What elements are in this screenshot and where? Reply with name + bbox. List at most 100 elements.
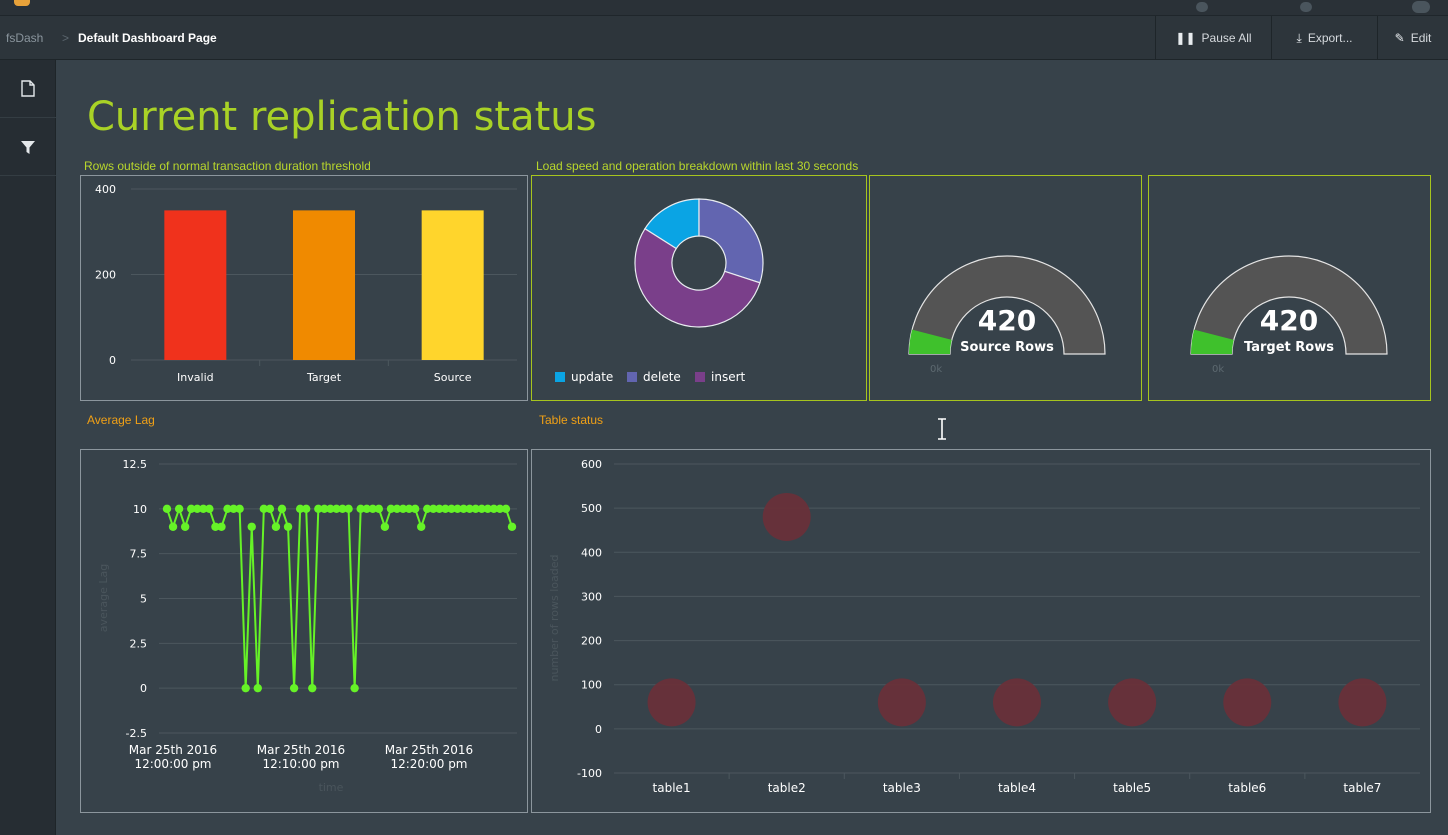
pencil-icon: ✎ [1394, 31, 1405, 45]
bubble-table3 [877, 678, 926, 727]
target-rows-gauge: 420 Target Rows 0k [1190, 255, 1388, 375]
export-button[interactable]: ⤓ Export... [1271, 16, 1377, 60]
pause-all-button[interactable]: ❚❚ Pause All [1155, 16, 1271, 60]
lag-y-tick-label: -2.5 [126, 727, 147, 740]
rows-threshold-panel: 0 200 400 Invalid Target Source [80, 175, 528, 401]
lag-data-point [168, 522, 178, 531]
breadcrumb-separator: > [62, 31, 70, 45]
bubble-table1 [647, 678, 696, 727]
donut-slice-delete [698, 198, 764, 284]
bubble-table5 [1108, 678, 1157, 727]
left-sidebar [0, 60, 56, 835]
lag-data-point [241, 683, 250, 693]
table-status-y-tick-label: 500 [581, 502, 602, 515]
lag-x-axis-label: time [319, 781, 344, 794]
lag-data-point [265, 504, 275, 514]
lag-data-point [501, 504, 511, 514]
settings-icon[interactable] [1300, 2, 1312, 12]
average-lag-panel: -2.5 0 2.5 5 7.5 10 12.5 average Lag time Mar 25t… [80, 449, 528, 813]
lag-data-point [247, 522, 256, 531]
lag-y-tick-label: 12.5 [123, 458, 148, 471]
breadcrumb-toolbar: fsDash > Default Dashboard Page ❚❚ Pause… [0, 16, 1448, 60]
sidebar-filter-button[interactable] [0, 118, 56, 176]
edit-button[interactable]: ✎ Edit [1377, 16, 1448, 60]
sidebar-pages-button[interactable] [0, 60, 56, 118]
table-status-y-tick-label: 100 [581, 679, 602, 692]
lag-data-point [374, 504, 384, 514]
lag-data-point [235, 504, 244, 514]
table-status-y-tick-label: -100 [577, 767, 602, 780]
table-status-y-axis-label: number of rows loaded [548, 554, 561, 681]
lag-data-point [271, 522, 281, 531]
table-status-x-tick-label: table2 [768, 781, 806, 795]
lag-y-tick-label: 7.5 [130, 548, 148, 561]
lag-x-tick-label: 12:10:00 pm [262, 757, 339, 771]
table-status-x-tick-label: table5 [1113, 781, 1151, 795]
table-status-bubble-chart: -100 0 100 200 300 400 500 600 number of rows lo… [548, 458, 1420, 795]
operation-breakdown-panel: update delete insert [531, 175, 867, 401]
bar-category-label: Target [306, 371, 342, 384]
bar-target [293, 210, 355, 360]
average-lag-line-chart: -2.5 0 2.5 5 7.5 10 12.5 average Lag time Mar 25t… [97, 458, 517, 794]
lag-y-tick-label: 5 [140, 593, 147, 606]
source-rows-gauge: 420 Source Rows 0k [908, 255, 1106, 375]
bar-y-tick-label: 0 [109, 354, 116, 367]
table-status-x-tick-label: table3 [883, 781, 921, 795]
pause-icon: ❚❚ [1175, 31, 1196, 45]
lag-data-point [350, 683, 359, 693]
lag-y-tick-label: 0 [140, 682, 147, 695]
lag-data-point [289, 683, 299, 693]
lag-data-point [162, 504, 172, 514]
bubble-table7 [1338, 678, 1387, 727]
lag-data-point [308, 683, 317, 693]
lag-data-point [302, 504, 311, 514]
load-speed-title: Load speed and operation breakdown withi… [536, 159, 859, 173]
target-rows-label: Target Rows [1244, 340, 1334, 355]
lag-data-point [174, 504, 184, 514]
target-rows-value: 420 [1260, 304, 1318, 337]
user-avatar[interactable] [1412, 1, 1430, 13]
lag-data-point [253, 683, 262, 693]
legend-label-delete: delete [643, 370, 681, 384]
lag-data-point [410, 504, 420, 514]
lag-data-point [283, 522, 293, 531]
lag-data-point [344, 504, 353, 514]
page-title: Current replication status [87, 94, 597, 140]
app-logo[interactable] [14, 0, 30, 6]
filter-icon [21, 140, 35, 154]
pause-all-label: Pause All [1201, 31, 1252, 45]
lag-y-axis-label: average Lag [97, 564, 110, 632]
bar-y-tick-label: 200 [95, 269, 116, 282]
table-status-x-tick-label: table7 [1343, 781, 1381, 795]
lag-x-tick-label: Mar 25th 2016 [129, 743, 217, 757]
document-icon [21, 80, 35, 97]
table-status-x-tick-label: table1 [653, 781, 691, 795]
source-rows-panel: 420 Source Rows 0k [869, 175, 1142, 401]
lag-data-point [217, 522, 226, 531]
legend-label-insert: insert [711, 370, 746, 384]
download-icon: ⤓ [1296, 30, 1302, 45]
source-rows-min-label: 0k [930, 364, 942, 375]
breadcrumb-root[interactable]: fsDash [6, 31, 43, 45]
table-status-y-tick-label: 0 [595, 723, 602, 736]
breadcrumb-current-page: Default Dashboard Page [78, 31, 217, 45]
lag-data-point [417, 522, 426, 531]
bar-source [421, 210, 484, 360]
lag-x-tick-label: Mar 25th 2016 [257, 743, 345, 757]
source-rows-value: 420 [978, 304, 1036, 337]
bubble-table6 [1223, 678, 1272, 727]
table-status-y-tick-label: 300 [581, 590, 602, 603]
notification-icon[interactable] [1196, 2, 1208, 12]
rows-threshold-title: Rows outside of normal transaction durat… [84, 159, 371, 173]
legend-swatch-delete [627, 372, 637, 382]
table-status-x-tick-label: table6 [1228, 781, 1266, 795]
app-top-bar [0, 0, 1448, 16]
bubble-table4 [993, 678, 1041, 727]
text-cursor-icon [938, 418, 946, 440]
bar-y-tick-label: 400 [95, 183, 116, 196]
lag-data-point [380, 522, 390, 531]
lag-x-tick-label: 12:00:00 pm [134, 757, 211, 771]
bubble-table2 [762, 492, 811, 541]
edit-label: Edit [1410, 31, 1432, 45]
table-status-y-tick-label: 200 [581, 635, 602, 648]
